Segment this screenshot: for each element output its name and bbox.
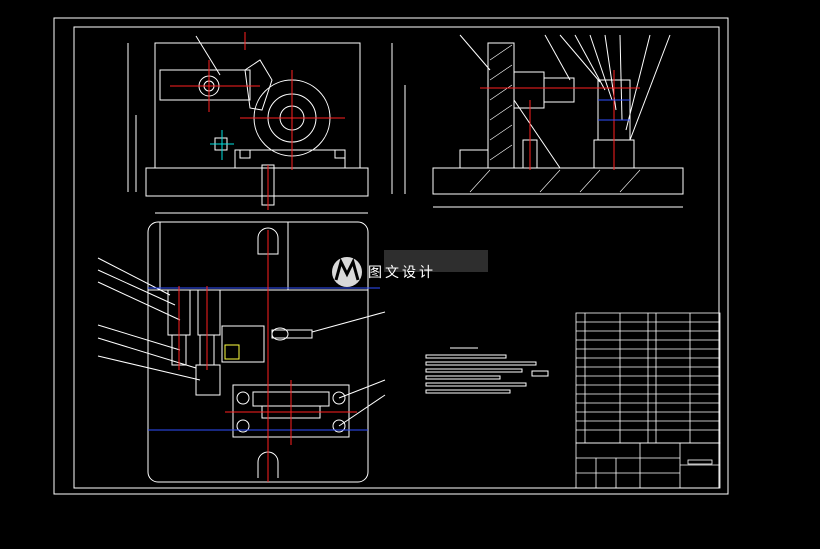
- watermark-text: 图文设计: [368, 265, 436, 281]
- technical-notes: [425, 347, 549, 394]
- front-view: [127, 32, 369, 214]
- title-block: [575, 442, 721, 489]
- side-view: [391, 34, 684, 208]
- parts-list: [575, 312, 721, 444]
